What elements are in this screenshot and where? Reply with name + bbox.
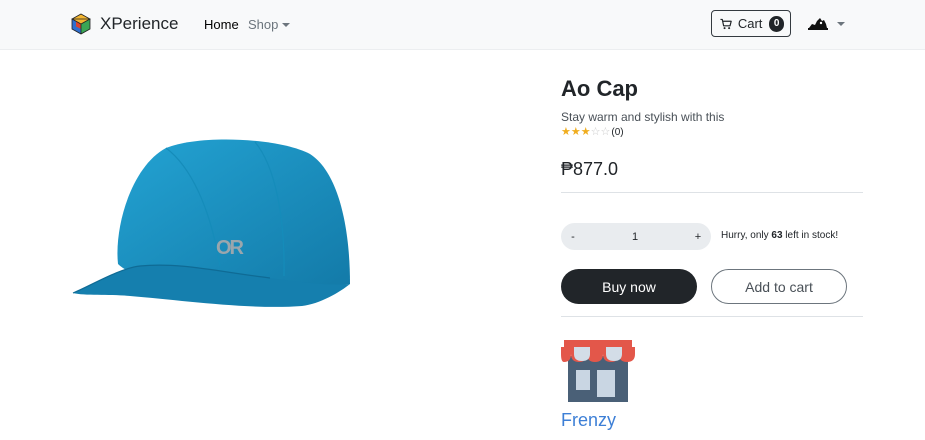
brand-name: XPerience [100,14,179,33]
cart-button[interactable]: Cart 0 [711,10,791,37]
stock-prefix: Hurry, only [721,230,772,241]
star-filled-icon: ★ [561,126,571,138]
rating-count: (0) [611,127,624,138]
cart-label: Cart [737,16,763,31]
product-description: Stay warm and stylish with this [561,110,725,124]
cart-count-badge: 0 [769,15,784,32]
stock-message: Hurry, only 63 left in stock! [721,230,838,241]
buy-now-button[interactable]: Buy now [561,269,697,304]
quantity-increase-button[interactable]: + [685,231,711,243]
navbar: XPerience Home Shop Cart 0 [0,0,925,50]
star-empty-icon: ☆ [600,126,611,138]
user-menu-dropdown[interactable] [808,17,845,31]
nav-shop-dropdown[interactable]: Shop [248,17,291,32]
quantity-decrease-button[interactable]: - [561,231,585,243]
nav-shop-label: Shop [248,17,279,32]
chevron-down-icon [282,23,291,27]
star-empty-icon: ☆ [590,126,601,138]
chevron-down-icon [837,22,845,26]
divider [561,192,863,193]
user-avatar-icon [808,18,828,30]
cart-icon [720,18,732,29]
store-icon[interactable] [561,340,635,402]
nav-home-link[interactable]: Home [204,17,239,32]
brand-logo-icon [71,13,91,35]
star-filled-icon: ★ [580,126,591,138]
stock-suffix: left in stock! [782,230,839,241]
product-rating: ★ ★ ★ ☆ ☆ (0) [561,127,624,139]
star-filled-icon: ★ [570,126,581,138]
product-image: OR [72,139,350,307]
product-title: Ao Cap [561,76,638,101]
product-price: ₱877.0 [561,159,619,179]
divider [561,316,863,317]
product-image-logo-text: OR [216,237,245,259]
add-to-cart-button[interactable]: Add to cart [711,269,847,304]
brand-link[interactable]: XPerience [70,13,178,35]
store-name-link[interactable]: Frenzy [561,410,616,431]
quantity-input[interactable]: 1 [585,231,685,243]
stock-count: 63 [771,230,783,241]
quantity-stepper: - 1 + [561,223,711,250]
rating-stars: ★ ★ ★ ☆ ☆ [561,127,610,138]
